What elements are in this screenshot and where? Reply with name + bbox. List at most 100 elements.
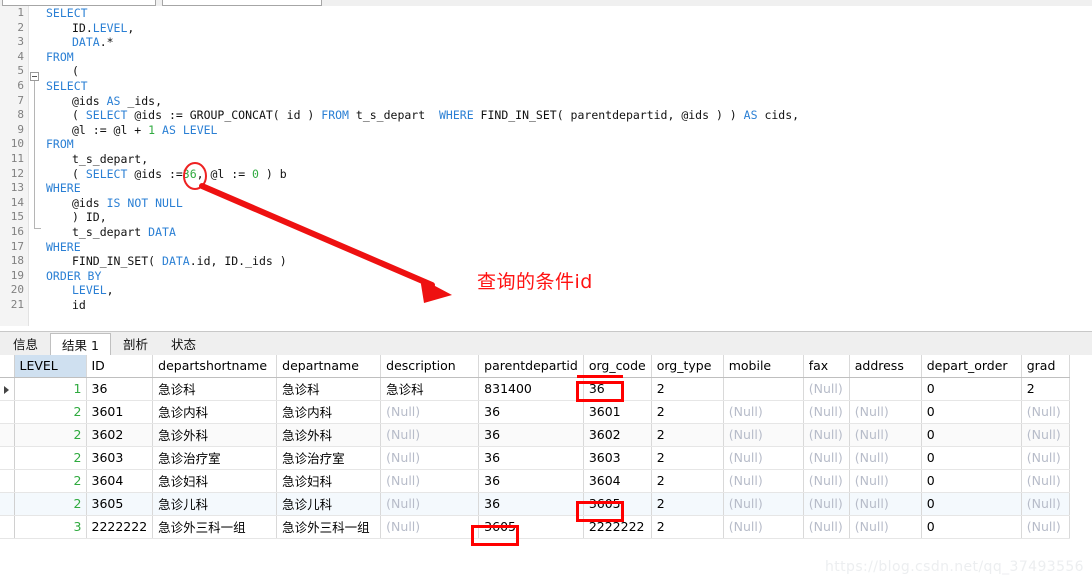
table-cell-LEVEL[interactable]: 2 (14, 446, 87, 470)
code-line[interactable]: 18 FIND_IN_SET( DATA.id, ID._ids ) (0, 254, 1092, 269)
code-line[interactable]: 19 ORDER BY (0, 269, 1092, 284)
table-cell-org_code[interactable]: 3602 (583, 423, 652, 447)
table-cell-LEVEL[interactable]: 3 (14, 515, 87, 539)
table-cell-parentdepartid[interactable]: 36 (478, 400, 584, 424)
code-line[interactable]: 5( (0, 64, 1092, 79)
code-line[interactable]: 6 SELECT (0, 79, 1092, 94)
column-header-fax[interactable]: fax (803, 355, 850, 378)
code-line[interactable]: 11 t_s_depart, (0, 152, 1092, 167)
code-text[interactable]: @ids AS _ids, (72, 94, 162, 109)
result-tab[interactable]: 信息 (2, 334, 49, 356)
table-cell-fax[interactable]: (Null) (803, 446, 850, 470)
table-cell-mobile[interactable]: (Null) (723, 423, 804, 447)
table-cell-org_type[interactable]: 2 (651, 515, 724, 539)
table-cell-description[interactable]: (Null) (380, 400, 480, 424)
code-text[interactable]: FROM (46, 50, 74, 65)
row-marker[interactable] (0, 492, 15, 516)
table-cell-org_code[interactable]: 3605 (583, 492, 652, 516)
row-marker[interactable] (0, 423, 15, 447)
table-cell-org_type[interactable]: 2 (651, 446, 724, 470)
table-cell-LEVEL[interactable]: 1 (14, 377, 87, 401)
column-header-parentdepartid[interactable]: parentdepartid (478, 355, 584, 378)
table-cell-address[interactable] (849, 377, 922, 401)
table-cell-depart_order[interactable]: 0 (921, 377, 1022, 401)
table-cell-org_type[interactable]: 2 (651, 377, 724, 401)
table-cell-depart_order[interactable]: 0 (921, 469, 1022, 493)
row-marker[interactable] (0, 515, 15, 539)
table-cell-address[interactable]: (Null) (849, 492, 922, 516)
code-text[interactable]: t_s_depart DATA (72, 225, 176, 240)
table-cell-fax[interactable]: (Null) (803, 400, 850, 424)
table-cell-org_code[interactable]: 36 (583, 377, 652, 401)
table-cell-parentdepartid[interactable]: 36 (478, 492, 584, 516)
table-cell-departshortname[interactable]: 急诊内科 (152, 400, 278, 424)
table-cell-depart_order[interactable]: 0 (921, 423, 1022, 447)
table-row[interactable]: 2 3604 急诊妇科 急诊妇科 (Null) 36 3604 2 (Null) (Null) (N… (0, 469, 1070, 493)
code-line[interactable]: 20 LEVEL, (0, 283, 1092, 298)
code-text[interactable]: SELECT (46, 6, 88, 21)
code-text[interactable]: WHERE (46, 240, 81, 255)
table-cell-description[interactable]: (Null) (380, 515, 480, 539)
row-marker[interactable] (0, 377, 15, 401)
code-line[interactable]: 14 @ids IS NOT NULL (0, 196, 1092, 211)
code-text[interactable]: FIND_IN_SET( DATA.id, ID._ids ) (72, 254, 287, 269)
table-cell-ID[interactable]: 3604 (86, 469, 154, 493)
code-text[interactable]: SELECT (46, 79, 88, 94)
table-row[interactable]: 2 3601 急诊内科 急诊内科 (Null) 36 3601 2 (Null) (Null) (N… (0, 400, 1070, 424)
code-text[interactable]: id (72, 298, 86, 313)
table-cell-fax[interactable]: (Null) (803, 515, 850, 539)
table-cell-org_code[interactable]: 2222222 (583, 515, 652, 539)
code-line[interactable]: 7 @ids AS _ids, (0, 94, 1092, 109)
table-cell-grad[interactable]: 2 (1021, 377, 1070, 401)
table-cell-description[interactable]: (Null) (380, 492, 480, 516)
column-header-description[interactable]: description (380, 355, 480, 378)
table-cell-grad[interactable]: (Null) (1021, 469, 1070, 493)
result-tab[interactable]: 状态 (160, 334, 207, 356)
table-cell-departshortname[interactable]: 急诊儿科 (152, 492, 278, 516)
table-cell-org_code[interactable]: 3601 (583, 400, 652, 424)
table-cell-description[interactable]: (Null) (380, 423, 480, 447)
code-text[interactable]: ( SELECT @ids :=36, @l := 0 ) b (72, 167, 287, 182)
code-text[interactable]: DATA.* (72, 35, 114, 50)
code-text[interactable]: ORDER BY (46, 269, 101, 284)
column-header-depart_order[interactable]: depart_order (921, 355, 1022, 378)
table-cell-departshortname[interactable]: 急诊外科 (152, 423, 278, 447)
table-cell-grad[interactable]: (Null) (1021, 400, 1070, 424)
table-cell-departshortname[interactable]: 急诊科 (152, 377, 278, 401)
table-cell-ID[interactable]: 3601 (86, 400, 154, 424)
result-table[interactable]: LEVEL ID departshortname departname descript… (0, 355, 1070, 539)
table-cell-departshortname[interactable]: 急诊治疗室 (152, 446, 278, 470)
code-text[interactable]: FROM (46, 137, 74, 152)
sql-editor[interactable]: 1 SELECT 2 ID.LEVEL, 3 DATA.* 4 FROM 5(6 SELECT 7 @… (0, 6, 1092, 326)
table-cell-address[interactable]: (Null) (849, 423, 922, 447)
table-cell-departname[interactable]: 急诊儿科 (276, 492, 382, 516)
code-line[interactable]: 15) ID, (0, 210, 1092, 225)
table-cell-org_type[interactable]: 2 (651, 469, 724, 493)
result-tab[interactable]: 结果 1 (50, 333, 111, 357)
table-cell-mobile[interactable]: (Null) (723, 515, 804, 539)
table-cell-mobile[interactable]: (Null) (723, 492, 804, 516)
table-cell-ID[interactable]: 3602 (86, 423, 154, 447)
column-header-departshortname[interactable]: departshortname (152, 355, 278, 378)
column-header-ID[interactable]: ID (86, 355, 154, 378)
column-header-departname[interactable]: departname (276, 355, 382, 378)
column-header-LEVEL[interactable]: LEVEL (14, 355, 87, 378)
result-grid[interactable]: LEVEL ID departshortname departname descript… (0, 355, 1092, 581)
code-line[interactable]: 3 DATA.* (0, 35, 1092, 50)
table-cell-departname[interactable]: 急诊治疗室 (276, 446, 382, 470)
column-header-address[interactable]: address (849, 355, 922, 378)
table-cell-address[interactable]: (Null) (849, 446, 922, 470)
table-cell-ID[interactable]: 2222222 (86, 515, 154, 539)
code-line[interactable]: 1 SELECT (0, 6, 1092, 21)
code-line[interactable]: 4 FROM (0, 50, 1092, 65)
result-table-body[interactable]: 1 36 急诊科 急诊科 急诊科 831400 36 2 (Null) 0 2 2 3601 急诊内科 急诊… (0, 377, 1070, 539)
code-text[interactable]: WHERE (46, 181, 81, 196)
code-text[interactable]: ) ID, (72, 210, 107, 225)
table-cell-departname[interactable]: 急诊科 (276, 377, 382, 401)
table-cell-LEVEL[interactable]: 2 (14, 423, 87, 447)
table-cell-fax[interactable]: (Null) (803, 469, 850, 493)
table-cell-depart_order[interactable]: 0 (921, 492, 1022, 516)
table-cell-depart_order[interactable]: 0 (921, 400, 1022, 424)
table-row[interactable]: 2 3602 急诊外科 急诊外科 (Null) 36 3602 2 (Null) (Null) (N… (0, 423, 1070, 447)
code-line[interactable]: 16 t_s_depart DATA (0, 225, 1092, 240)
